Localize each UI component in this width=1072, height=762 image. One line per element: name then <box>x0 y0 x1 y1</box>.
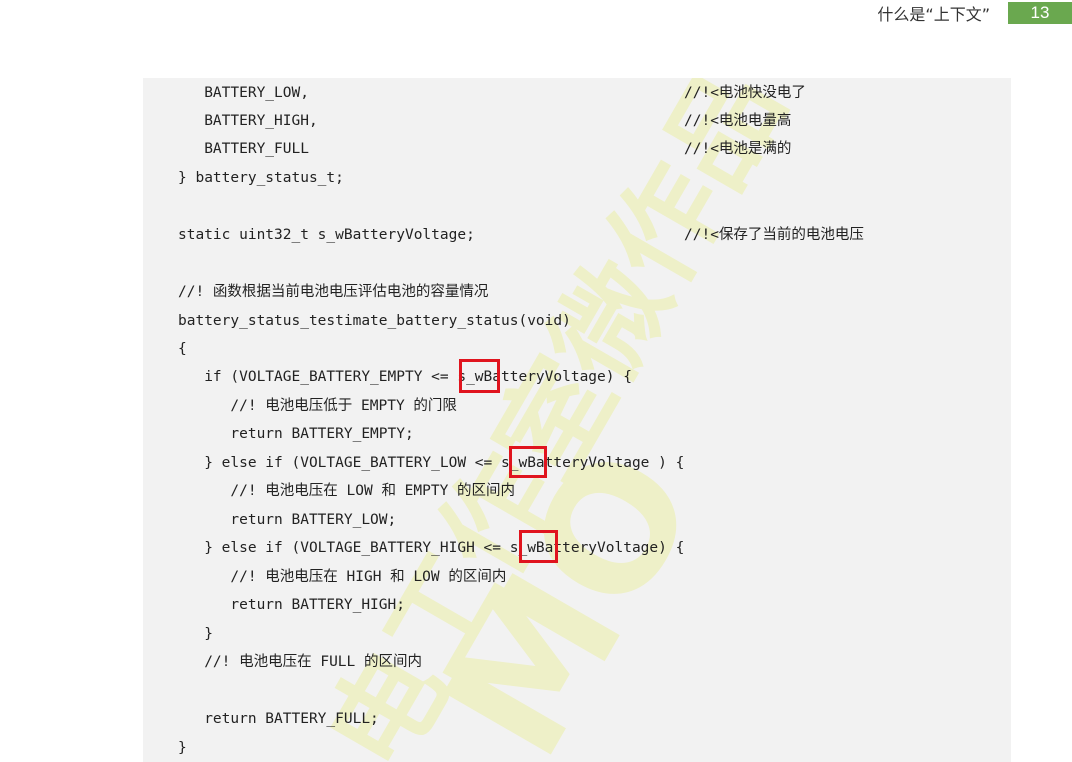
page-number: 13 <box>1008 2 1072 24</box>
highlight-box-low <box>509 446 547 478</box>
code-comment: //!<保存了当前的电池电压 <box>684 227 864 243</box>
code-line: return BATTERY_FULL; <box>178 711 379 727</box>
highlight-box-high <box>519 530 558 563</box>
code-line: //! 电池电压在 HIGH 和 LOW 的区间内 <box>178 569 507 585</box>
code-line: } else if (VOLTAGE_BATTERY_LOW <= s_wBat… <box>178 455 685 471</box>
code-line: BATTERY_HIGH, <box>178 113 318 129</box>
code-line: { <box>178 341 187 357</box>
code-line: return BATTERY_HIGH; <box>178 597 405 613</box>
code-comment: //!<电池快没电了 <box>684 85 806 101</box>
code-line: } <box>178 626 213 642</box>
code-line: return BATTERY_EMPTY; <box>178 426 414 442</box>
chapter-title: 什么是“上下文” <box>877 5 990 24</box>
code-line: return BATTERY_LOW; <box>178 512 397 528</box>
code-line: if (VOLTAGE_BATTERY_EMPTY <= s_wBatteryV… <box>178 369 632 385</box>
code-comment: //!<电池电量高 <box>684 113 792 129</box>
code-line: //! 电池电压在 LOW 和 EMPTY 的区间内 <box>178 483 516 499</box>
code-line: //! 电池电压在 FULL 的区间内 <box>178 654 422 670</box>
code-comment: //!<电池是满的 <box>684 141 792 157</box>
code-line: //! 电池电压低于 EMPTY 的门限 <box>178 398 457 414</box>
code-line: } battery_status_t; <box>178 170 344 186</box>
code-block: 电工作室微作品 MO BATTERY_LOW,//!<电池快没电了 BATTER… <box>143 78 1011 762</box>
code-line: static uint32_t s_wBatteryVoltage; <box>178 227 475 243</box>
code-line: BATTERY_LOW, <box>178 85 309 101</box>
page-header: 什么是“上下文” 13 <box>877 0 1072 26</box>
code-line: } else if (VOLTAGE_BATTERY_HIGH <= s_wBa… <box>178 540 685 556</box>
code-line: battery_status_testimate_battery_status(… <box>178 313 571 329</box>
highlight-box-empty <box>459 359 500 393</box>
code-line: //! 函数根据当前电池电压评估电池的容量情况 <box>178 284 489 300</box>
code-line: BATTERY_FULL <box>178 141 309 157</box>
code-line: } <box>178 740 187 756</box>
